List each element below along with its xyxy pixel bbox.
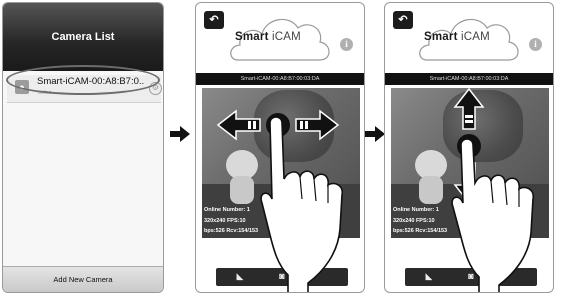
- stats-online: Online Number: 1: [393, 207, 439, 213]
- stream-stats: Online Number: 1 320x240 FPS:10 bps:526 …: [204, 205, 258, 237]
- stats-bitrate: bps:526 Rcv:154/153: [393, 228, 448, 234]
- live-video[interactable]: Online Number: 1 320x240 FPS:10 bps:526 …: [391, 88, 549, 238]
- back-button[interactable]: ↶: [204, 11, 224, 29]
- camera-status: online: [38, 90, 52, 96]
- stats-resolution: 320x240 FPS:10: [393, 217, 435, 224]
- logo-product: iCAM: [272, 31, 301, 43]
- camera-snapshot-icon[interactable]: ◙: [465, 270, 477, 282]
- add-new-camera-button[interactable]: Add New Camera: [3, 266, 163, 292]
- camera-list-screen: Camera List ● Smart-iCAM-00:A8:B7:0.. on…: [2, 2, 164, 293]
- stats-bitrate: bps:526 Rcv:154/153: [204, 228, 259, 234]
- control-bar: ◣ ◙: [405, 268, 537, 286]
- info-icon[interactable]: i: [340, 38, 353, 51]
- control-bar: ◣ ◙: [216, 268, 348, 286]
- camera-id-bar: Smart-iCAM-00:A8:B7:00:03:DA: [385, 73, 553, 85]
- stream-stats: Online Number: 1 320x240 FPS:10 bps:526 …: [393, 205, 447, 237]
- arrow-right-icon: [170, 126, 190, 142]
- speaker-icon[interactable]: ◣: [234, 270, 246, 282]
- camera-snapshot-icon[interactable]: ◙: [276, 270, 288, 282]
- speaker-icon[interactable]: ◣: [423, 270, 435, 282]
- camera-list-item[interactable]: ● Smart-iCAM-00:A8:B7:0.. online ⚙: [7, 75, 162, 103]
- camera-icon: ●: [15, 80, 29, 94]
- arrow-right-icon: [365, 126, 385, 142]
- stats-online: Online Number: 1: [204, 207, 250, 213]
- live-video[interactable]: Online Number: 1 320x240 FPS:10 bps:526 …: [202, 88, 360, 238]
- camera-list-title: Camera List: [3, 3, 163, 71]
- stats-resolution: 320x240 FPS:10: [204, 217, 246, 224]
- logo-brand: Smart: [235, 31, 269, 43]
- camera-view-screen-tilt: ↶ Smart iCAM i Smart-iCAM-00:A8:B7:00:03…: [384, 2, 554, 293]
- logo-brand: Smart: [424, 31, 458, 43]
- camera-id-bar: Smart-iCAM-00:A8:B7:00:03:DA: [196, 73, 364, 85]
- camera-name: Smart-iCAM-00:A8:B7:0..: [37, 76, 145, 87]
- gear-icon[interactable]: ⚙: [149, 82, 162, 95]
- app-logo-text: Smart iCAM: [424, 31, 490, 43]
- logo-product: iCAM: [461, 31, 490, 43]
- back-button[interactable]: ↶: [393, 11, 413, 29]
- camera-list: ● Smart-iCAM-00:A8:B7:0.. online ⚙: [3, 71, 163, 266]
- camera-view-screen-pan: ↶ Smart iCAM i Smart-iCAM-00:A8:B7:00:03…: [195, 2, 365, 293]
- info-icon[interactable]: i: [529, 38, 542, 51]
- app-logo-text: Smart iCAM: [235, 31, 301, 43]
